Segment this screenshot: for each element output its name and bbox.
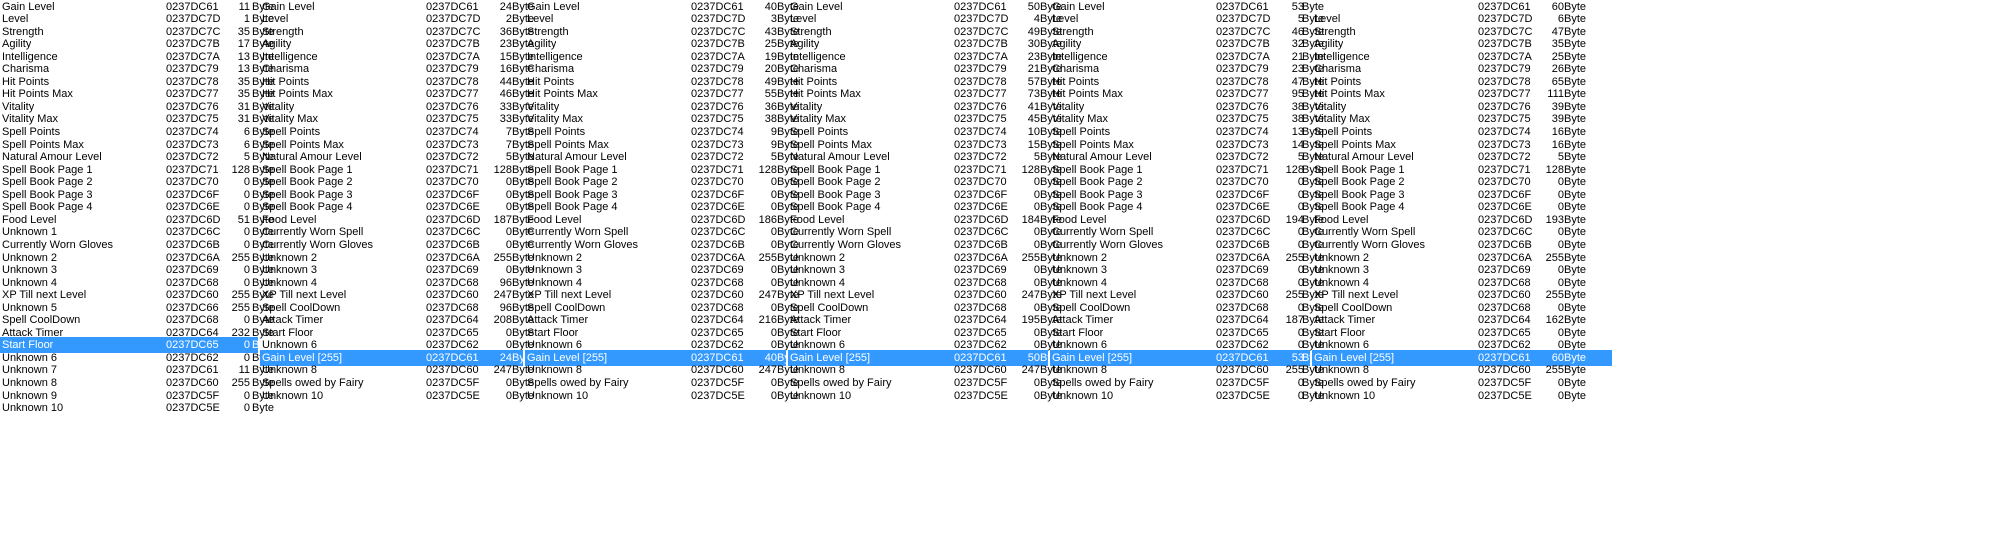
row-description: Unknown 10	[2, 402, 64, 415]
row-address: 0237DC5E	[426, 389, 480, 402]
row-description: Unknown 10	[1052, 389, 1114, 402]
row-address: 0237DC5E	[1216, 389, 1270, 402]
table-row[interactable]: Unknown 10 0237DC5E Byte 0	[1312, 388, 1612, 404]
table-row[interactable]: Unknown 10 0237DC5E Byte 0	[788, 388, 1062, 404]
row-value: 0	[243, 402, 250, 415]
row-value: 0	[1033, 389, 1040, 402]
table-row[interactable]: Unknown 10 0237DC5E Byte 0	[525, 388, 799, 404]
row-address: 0237DC5E	[691, 389, 745, 402]
cheat-table-panel-6: 0237DC61 Byte 60 Level 0237DC7D Byte 6 Strength…	[1312, 0, 1612, 533]
row-address: 0237DC5E	[166, 402, 220, 415]
row-description: Unknown 10	[262, 389, 324, 402]
row-description: Unknown 10	[1314, 389, 1376, 402]
row-value: 0	[770, 389, 777, 402]
cheat-table-window: { "panels": [ { "rows": [ {"description"…	[0, 0, 2000, 533]
row-value: 0	[1297, 389, 1304, 402]
cheat-table-panel-3: Gain Level 0237DC61 Byte 40 Level 0237DC7D Byt…	[525, 0, 799, 533]
table-row[interactable]: Unknown 10 0237DC5E Byte 0	[1050, 388, 1324, 404]
row-address: 0237DC5E	[954, 389, 1008, 402]
row-value: 0	[1557, 389, 1564, 402]
cheat-table-panel-1: Gain Level 0237DC61 Byte 11 Level 0237DC7D Byt…	[0, 0, 274, 533]
table-row[interactable]: Unknown 10 0237DC5E Byte 0	[260, 388, 534, 404]
cheat-table-panel-5: Gain Level 0237DC61 Byte 53 Level 0237DC7D Byt…	[1050, 0, 1324, 533]
table-row[interactable]: Unknown 10 0237DC5E Byte 0	[0, 400, 274, 416]
row-description: Unknown 10	[790, 389, 852, 402]
row-type: Byte	[1564, 389, 1587, 402]
cheat-table-panel-4: Gain Level 0237DC61 Byte 50 Level 0237DC7D Byt…	[788, 0, 1062, 533]
cheat-table-panel-2: Gain Level 0237DC61 Byte 24 Level 0237DC7D Byt…	[260, 0, 534, 533]
row-description: Unknown 10	[527, 389, 589, 402]
row-address: 0237DC5E	[1478, 389, 1532, 402]
row-value: 0	[505, 389, 512, 402]
